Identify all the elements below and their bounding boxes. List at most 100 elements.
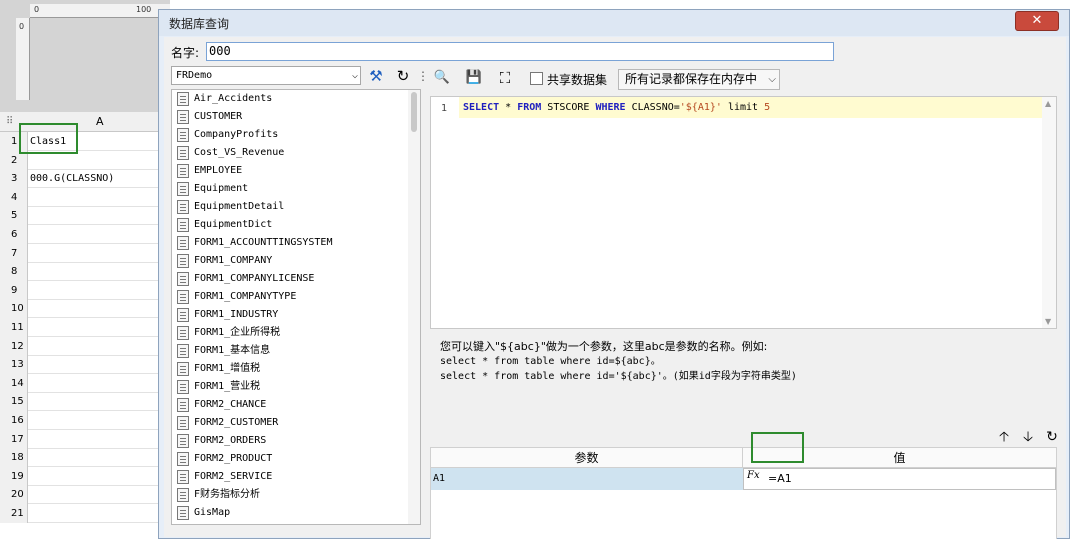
row-number[interactable]: 17	[0, 429, 28, 449]
sheet-row[interactable]: 11	[0, 318, 170, 337]
row-number[interactable]: 18	[0, 448, 28, 468]
list-item[interactable]: FORM1_COMPANYLICENSE	[172, 270, 408, 288]
scroll-down-icon[interactable]: ▼	[1045, 317, 1051, 326]
sheet-row[interactable]: 5	[0, 206, 170, 226]
table-list[interactable]: Air_Accidents CUSTOMER CompanyProfits Cost_…	[171, 89, 421, 525]
sheet-row[interactable]: 19	[0, 466, 170, 486]
move-down-icon[interactable]: 🡣	[1018, 427, 1038, 447]
sheet-row[interactable]: 6	[0, 225, 170, 244]
sheet-cell[interactable]: 000.G(CLASSNO)	[30, 169, 114, 188]
row-number[interactable]: 15	[0, 392, 28, 412]
sheet-row[interactable]: 18	[0, 448, 170, 468]
scrollbar-thumb[interactable]	[411, 92, 417, 132]
sheet-row[interactable]: 15	[0, 392, 170, 412]
table-name: FORM2_CUSTOMER	[194, 417, 279, 428]
sheet-row[interactable]: 3 000.G(CLASSNO)	[0, 169, 170, 189]
row-number[interactable]: 13	[0, 355, 28, 375]
row-number[interactable]: 16	[0, 411, 28, 430]
datasource-select[interactable]: FRDemo ⌵	[171, 66, 361, 85]
sheet-row[interactable]: 7	[0, 243, 170, 263]
formula-icon[interactable]: Fx	[747, 470, 760, 481]
name-input[interactable]: 000	[206, 42, 834, 61]
list-item[interactable]: FORM1_营业税	[172, 378, 408, 396]
list-item[interactable]: FORM2_ORDERS	[172, 432, 408, 450]
editor-scrollbar[interactable]: ▲ ▼	[1042, 97, 1056, 328]
list-item[interactable]: FORM2_SERVICE	[172, 468, 408, 486]
list-item[interactable]: GisMap	[172, 504, 408, 522]
row-number[interactable]: 6	[0, 225, 28, 244]
sheet-row[interactable]: 4	[0, 187, 170, 207]
sheet-row[interactable]: 8	[0, 262, 170, 282]
list-item[interactable]: FORM2_CUSTOMER	[172, 414, 408, 432]
row-number[interactable]: 14	[0, 373, 28, 393]
row-number[interactable]: 11	[0, 318, 28, 337]
close-button[interactable]: ✕	[1015, 11, 1059, 31]
sheet-row[interactable]: 14	[0, 373, 170, 393]
table-icon	[177, 272, 189, 286]
list-item[interactable]: EMPLOYEE	[172, 162, 408, 180]
row-number[interactable]: 8	[0, 262, 28, 282]
refresh-icon[interactable]: ↻	[393, 67, 413, 85]
vertical-scrollbar[interactable]	[408, 90, 420, 524]
sheet-row[interactable]: 20	[0, 485, 170, 505]
list-item[interactable]: FORM1_增值税	[172, 360, 408, 378]
list-item[interactable]: FORM1_基本信息	[172, 342, 408, 360]
sql-statement[interactable]: SELECT * FROM STSCORE WHERE CLASSNO='${A…	[459, 97, 1042, 118]
list-item[interactable]: EquipmentDetail	[172, 198, 408, 216]
list-item[interactable]: Air_Accidents	[172, 90, 408, 108]
row-number[interactable]: 7	[0, 243, 28, 263]
chevron-down-icon[interactable]: ⌵	[352, 67, 358, 84]
list-item[interactable]: FORM1_COMPANYTYPE	[172, 288, 408, 306]
scroll-up-icon[interactable]: ▲	[1045, 99, 1051, 108]
sheet-grid[interactable]: ⠿ A 1 Class1 2 3 000.G(CLASSNO) 4 5 6 7 8 9 10 11 12 1…	[0, 112, 170, 539]
sheet-row[interactable]: 9	[0, 280, 170, 300]
list-item[interactable]: CUSTOMER	[172, 108, 408, 126]
parameter-name[interactable]: A1	[431, 468, 743, 490]
table-name: FORM1_基本信息	[194, 345, 271, 356]
fullscreen-icon[interactable]: ⛶	[495, 69, 515, 87]
refresh-icon[interactable]: ↻	[1042, 427, 1062, 447]
table-row[interactable]: A1 Fx =A1	[431, 468, 1056, 490]
select-all-icon[interactable]: ⠿	[6, 116, 13, 127]
row-number[interactable]: 12	[0, 336, 28, 356]
row-number[interactable]: 20	[0, 485, 28, 505]
row-number[interactable]: 4	[0, 187, 28, 207]
memory-mode-select[interactable]: 所有记录都保存在内存中 ⌵	[618, 69, 780, 90]
sheet-row[interactable]: 21	[0, 504, 170, 523]
row-number[interactable]: 19	[0, 466, 28, 486]
list-item[interactable]: FORM1_企业所得税	[172, 324, 408, 342]
save-icon[interactable]: 💾	[464, 69, 484, 87]
row-number[interactable]: 21	[0, 504, 28, 523]
list-item[interactable]: FORM2_PRODUCT	[172, 450, 408, 468]
list-item[interactable]: FORM2_CHANCE	[172, 396, 408, 414]
move-up-icon[interactable]: 🡡	[994, 427, 1014, 447]
list-item[interactable]: CompanyProfits	[172, 126, 408, 144]
list-item[interactable]: Equipment	[172, 180, 408, 198]
sheet-row[interactable]: 10	[0, 299, 170, 319]
sheet-row[interactable]: 17	[0, 429, 170, 449]
splitter-handle[interactable]: ⋮	[417, 67, 429, 85]
row-number[interactable]: 3	[0, 169, 28, 189]
chevron-down-icon[interactable]: ⌵	[768, 70, 776, 89]
list-item[interactable]: EquipmentDict	[172, 216, 408, 234]
sheet-row[interactable]: 12	[0, 336, 170, 356]
preview-icon[interactable]: 🔍	[432, 69, 452, 87]
sql-parameter: '${A1}'	[679, 102, 722, 113]
row-number[interactable]: 5	[0, 206, 28, 226]
list-item[interactable]: FORM1_INDUSTRY	[172, 306, 408, 324]
list-item[interactable]: FORM1_ACCOUNTTINGSYSTEM	[172, 234, 408, 252]
list-item[interactable]: F财务指标分析	[172, 486, 408, 504]
parameter-formula[interactable]: =A1	[768, 472, 792, 485]
dialog-titlebar[interactable]: 数据库查询 ✕	[159, 10, 1069, 36]
parameter-value-field[interactable]: Fx =A1	[743, 468, 1056, 490]
column-a-header[interactable]: A	[96, 115, 104, 128]
share-dataset-checkbox[interactable]	[530, 72, 543, 85]
sheet-row[interactable]: 13	[0, 355, 170, 375]
list-item[interactable]: FORM1_COMPANY	[172, 252, 408, 270]
connection-settings-icon[interactable]: ⚒	[366, 67, 386, 85]
sheet-row[interactable]: 16	[0, 411, 170, 430]
sql-editor[interactable]: 1 SELECT * FROM STSCORE WHERE CLASSNO='$…	[430, 96, 1057, 329]
row-number[interactable]: 10	[0, 299, 28, 319]
list-item[interactable]: Cost_VS_Revenue	[172, 144, 408, 162]
row-number[interactable]: 9	[0, 280, 28, 300]
